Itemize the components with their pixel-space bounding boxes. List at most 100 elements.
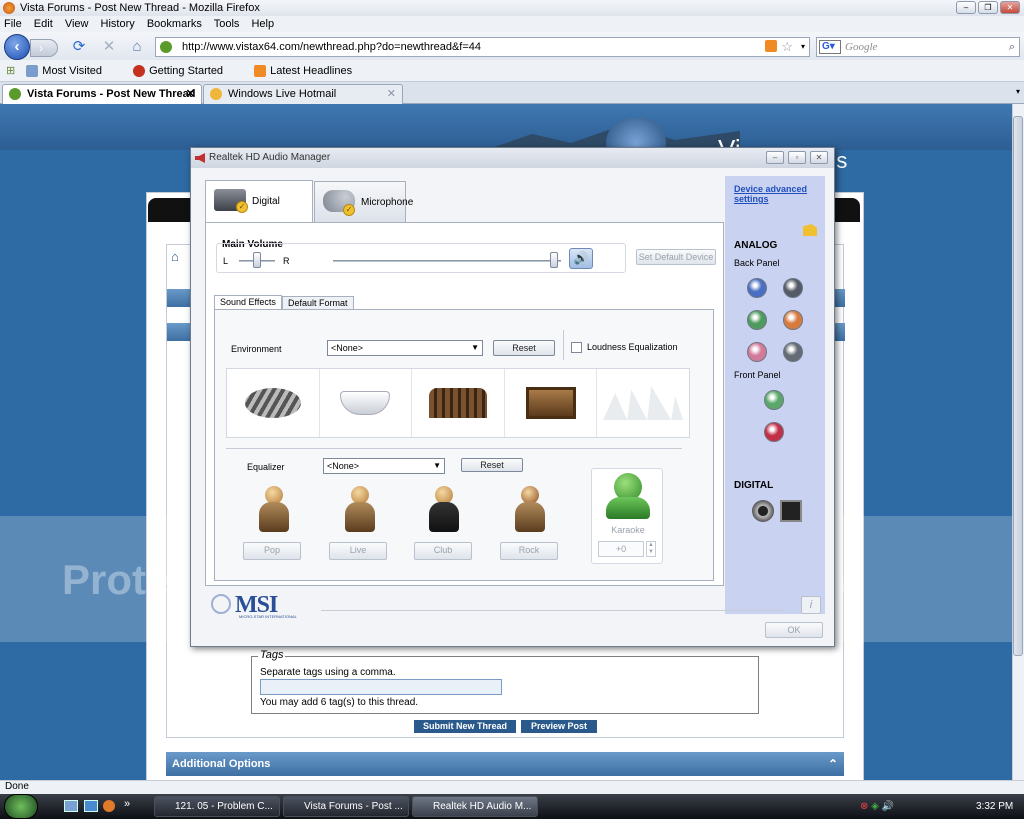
dialog-title: Realtek HD Audio Manager: [209, 152, 331, 163]
show-desktop-icon[interactable]: [64, 800, 78, 812]
url-dropdown-icon[interactable]: ▾: [801, 38, 805, 56]
switch-windows-icon[interactable]: [84, 800, 98, 812]
tab-digital-output[interactable]: ✓ Digital Output: [205, 180, 313, 249]
env-preset-stone[interactable]: [227, 369, 320, 437]
mute-speaker-icon[interactable]: 🔊: [569, 248, 593, 269]
menu-bookmarks[interactable]: Bookmarks: [147, 18, 202, 30]
tags-input[interactable]: [260, 679, 502, 695]
restore-button[interactable]: ❐: [978, 1, 998, 14]
environment-presets: [226, 368, 690, 438]
env-preset-auditorium[interactable]: [505, 369, 598, 437]
tray-volume-icon[interactable]: 🔊: [882, 801, 894, 812]
loudness-checkbox[interactable]: [571, 342, 582, 353]
menu-file[interactable]: File: [4, 18, 22, 30]
menu-tools[interactable]: Tools: [214, 18, 240, 30]
back-jack-pink[interactable]: [747, 342, 767, 362]
back-jack-orange[interactable]: [783, 310, 803, 330]
dialog-window-controls: – ▫ ✕: [766, 151, 828, 164]
info-icon[interactable]: i: [801, 596, 821, 614]
url-bar[interactable]: http://www.vistax64.com/newthread.php?do…: [155, 37, 810, 57]
volume-thumb[interactable]: [550, 252, 558, 268]
environment-select[interactable]: <None> ▼: [327, 340, 483, 356]
chevron-down-icon: ▼: [433, 461, 441, 470]
taskbar-item-firefox[interactable]: Vista Forums - Post ...: [283, 796, 409, 817]
search-engine-icon[interactable]: G▾: [819, 40, 841, 54]
eq-live-button[interactable]: Live: [329, 542, 387, 560]
submit-thread-button[interactable]: Submit New Thread: [414, 720, 516, 733]
env-preset-colosseum[interactable]: [412, 369, 505, 437]
reload-icon[interactable]: ⟳: [70, 38, 88, 56]
scrollbar-thumb[interactable]: [1013, 116, 1023, 656]
quicklaunch-more-icon[interactable]: »: [124, 798, 130, 810]
taskbar-item-problem[interactable]: 121. 05 - Problem C...: [154, 796, 280, 817]
dialog-minimize-button[interactable]: –: [766, 151, 784, 164]
tab-sound-effects[interactable]: Sound Effects: [214, 295, 282, 310]
front-jack-green[interactable]: [764, 390, 784, 410]
tab-close-icon[interactable]: ✕: [387, 85, 396, 103]
back-jack-blue[interactable]: [747, 278, 767, 298]
advanced-settings-link[interactable]: Device advanced settings: [734, 184, 818, 204]
preview-post-button[interactable]: Preview Post: [521, 720, 597, 733]
optical-jack-icon[interactable]: [780, 500, 802, 522]
firefox-launch-icon[interactable]: [103, 800, 115, 812]
minimize-button[interactable]: –: [956, 1, 976, 14]
ok-button[interactable]: OK: [765, 622, 823, 638]
tab-favicon: [9, 88, 21, 100]
tab-microphone[interactable]: ✓ Microphone: [314, 181, 413, 222]
tray-security-icon[interactable]: ⊗: [860, 801, 868, 812]
front-jack-red[interactable]: [764, 422, 784, 442]
menu-edit[interactable]: Edit: [34, 18, 53, 30]
back-button[interactable]: ‹: [4, 34, 30, 60]
env-preset-opera-house[interactable]: [597, 369, 689, 437]
volume-slider[interactable]: [333, 260, 561, 262]
bookmark-most-visited[interactable]: Most Visited: [26, 65, 116, 78]
equalizer-reset-button[interactable]: Reset: [461, 458, 523, 472]
bookmark-add-icon[interactable]: ⊞: [6, 65, 15, 77]
dialog-close-button[interactable]: ✕: [810, 151, 828, 164]
dialog-maximize-button[interactable]: ▫: [788, 151, 806, 164]
search-bar[interactable]: G▾ Google ⌕: [816, 37, 1020, 57]
bookmark-star-icon[interactable]: ☆: [781, 38, 793, 56]
balance-thumb[interactable]: [253, 252, 261, 268]
bookmark-getting-started[interactable]: Getting Started: [133, 65, 237, 78]
forward-button[interactable]: ›: [30, 39, 58, 57]
karaoke-spinner[interactable]: ▲ ▼: [646, 541, 656, 557]
tab-hotmail[interactable]: Windows Live Hotmail ✕: [203, 84, 403, 104]
home-icon[interactable]: ⌂: [128, 38, 146, 56]
equalizer-select[interactable]: <None> ▼: [323, 458, 445, 474]
eq-rock-button[interactable]: Rock: [500, 542, 558, 560]
tray-network-icon[interactable]: ◈: [871, 801, 879, 812]
tags-limit: You may add 6 tag(s) to this thread.: [260, 697, 419, 708]
start-button[interactable]: [4, 794, 38, 819]
set-default-device-button[interactable]: Set Default Device: [636, 249, 716, 265]
menu-help[interactable]: Help: [251, 18, 274, 30]
additional-options-bar[interactable]: Additional Options ⌃: [166, 752, 844, 776]
eq-pop-button[interactable]: Pop: [243, 542, 301, 560]
eq-club-button[interactable]: Club: [414, 542, 472, 560]
navigation-toolbar: › ‹ ⟳ ✕ ⌂ http://www.vistax64.com/newthr…: [0, 32, 1024, 60]
stop-icon[interactable]: ✕: [100, 38, 118, 56]
tab-bar: Vista Forums - Post New Thread ✕ Windows…: [0, 82, 1024, 104]
dialog-title-bar: Realtek HD Audio Manager: [191, 148, 834, 168]
menu-history[interactable]: History: [101, 18, 135, 30]
back-jack-gray[interactable]: [783, 278, 803, 298]
rss-icon[interactable]: [765, 40, 777, 52]
back-jack-green[interactable]: [747, 310, 767, 330]
environment-reset-button[interactable]: Reset: [493, 340, 555, 356]
tab-close-icon[interactable]: ✕: [186, 85, 195, 103]
folder-icon[interactable]: [803, 224, 817, 236]
pop-figure-icon: [251, 486, 297, 536]
close-button[interactable]: ✕: [1000, 1, 1020, 14]
bookmark-latest-headlines[interactable]: Latest Headlines: [254, 65, 366, 78]
menu-view[interactable]: View: [65, 18, 89, 30]
collapse-icon[interactable]: ⌃: [828, 752, 838, 776]
forum-home-icon[interactable]: ⌂: [171, 249, 179, 264]
coaxial-jack-icon[interactable]: [752, 500, 774, 522]
back-jack-black[interactable]: [783, 342, 803, 362]
env-preset-bathroom[interactable]: [320, 369, 413, 437]
tab-vista-forums[interactable]: Vista Forums - Post New Thread ✕: [2, 84, 202, 104]
taskbar-item-realtek[interactable]: Realtek HD Audio M...: [412, 796, 538, 817]
search-icon[interactable]: ⌕: [1009, 38, 1015, 56]
karaoke-value-field[interactable]: +0: [598, 541, 644, 557]
tab-list-icon[interactable]: ▾: [1016, 87, 1020, 96]
